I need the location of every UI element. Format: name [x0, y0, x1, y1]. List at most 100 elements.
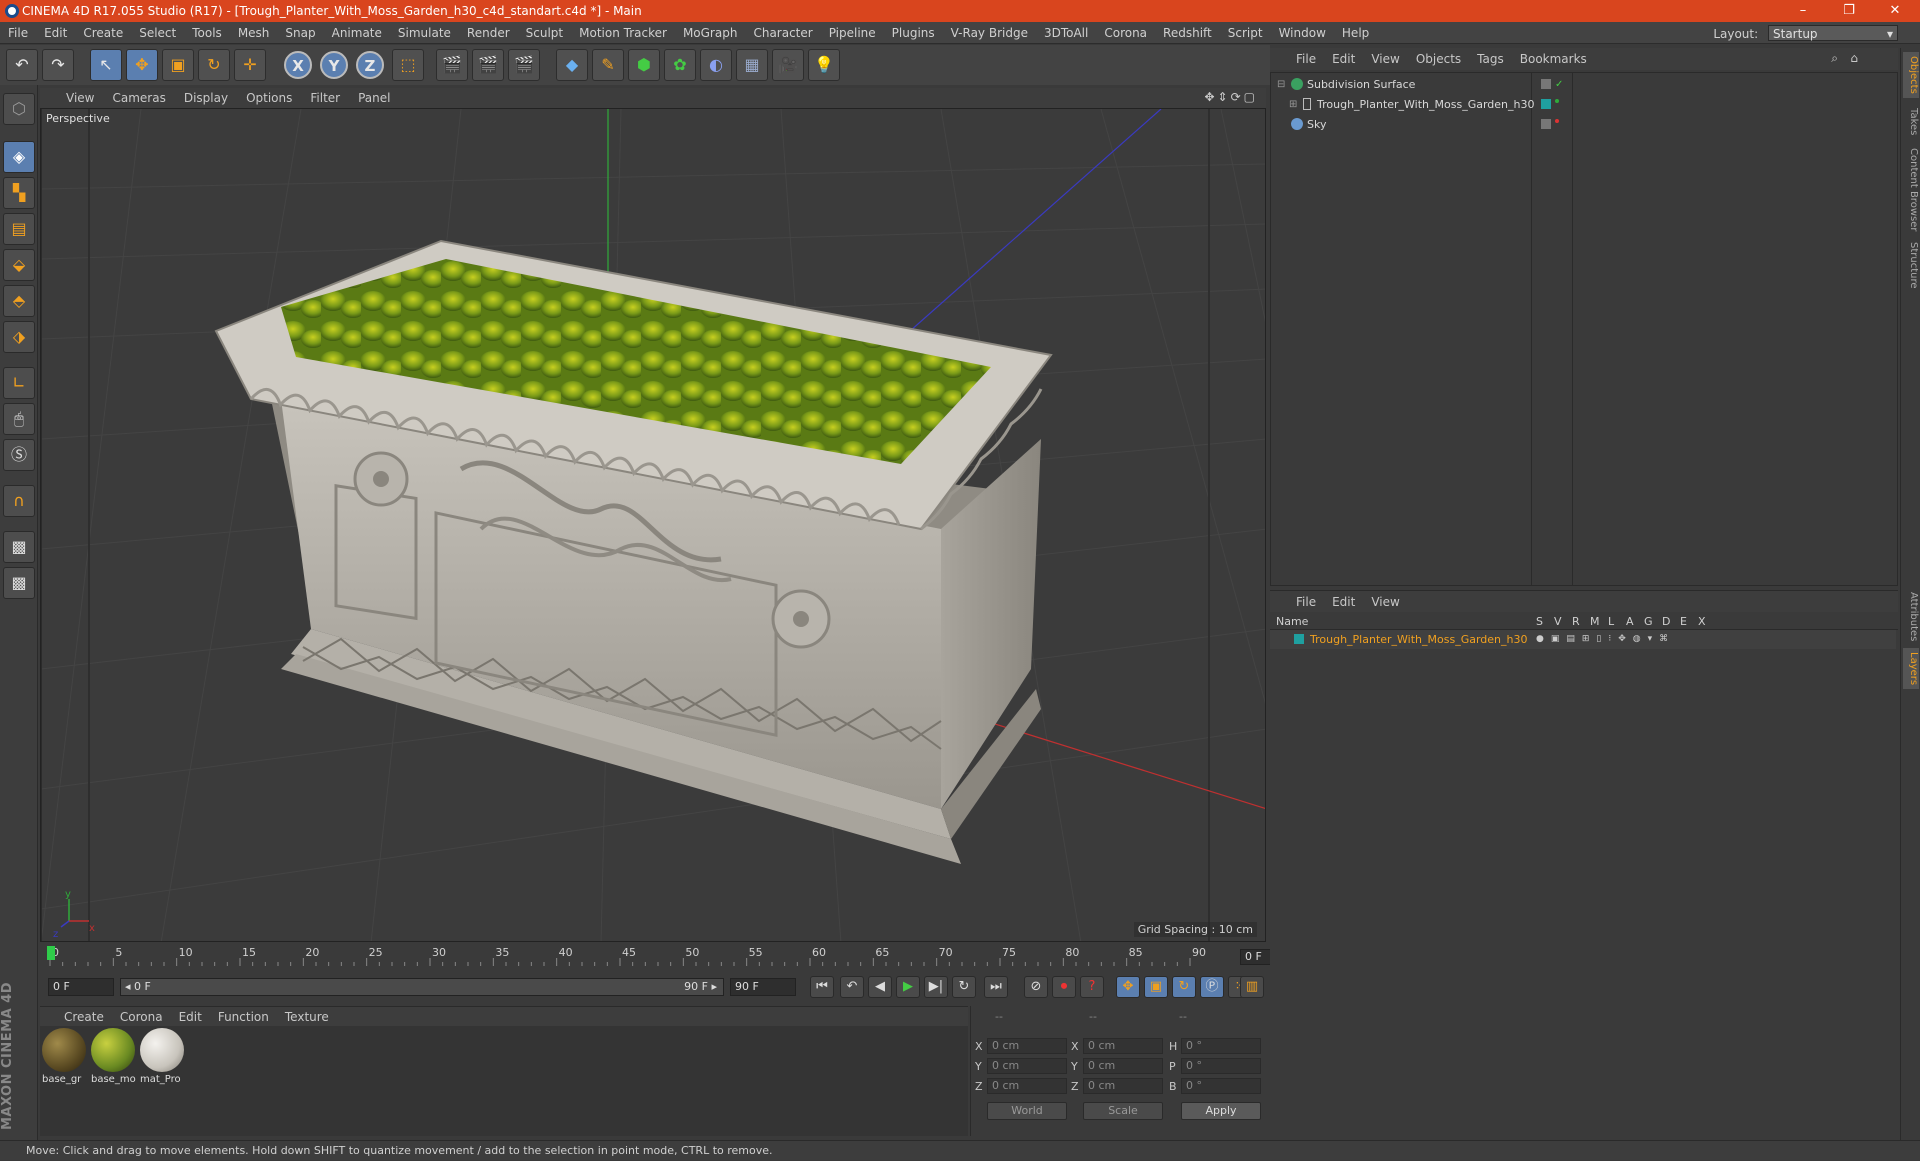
undo-button[interactable]: ↶: [6, 49, 38, 81]
autokey-button[interactable]: ⏺: [1052, 976, 1076, 998]
rotation-p-field[interactable]: 0 °: [1181, 1058, 1261, 1074]
visibility-dot-icon[interactable]: [1555, 119, 1559, 123]
transform-tool-button[interactable]: ✛: [234, 49, 266, 81]
menu-motion-tracker[interactable]: Motion Tracker: [571, 22, 675, 44]
next-frame-button[interactable]: ▶|: [924, 976, 948, 998]
key-position-button[interactable]: ✥: [1116, 976, 1140, 998]
apply-button[interactable]: Apply: [1181, 1102, 1261, 1120]
objects-menu-edit[interactable]: Edit: [1324, 48, 1363, 70]
move-tool-button[interactable]: ✥: [126, 49, 158, 81]
layer-color-icon[interactable]: [1541, 99, 1551, 109]
menu-plugins[interactable]: Plugins: [884, 22, 943, 44]
size-z-field[interactable]: 0 cm: [1083, 1078, 1163, 1094]
size-y-field[interactable]: 0 cm: [1083, 1058, 1163, 1074]
axis-y-button[interactable]: Y: [320, 51, 348, 79]
rotate-tool-button[interactable]: ↻: [198, 49, 230, 81]
search-icon[interactable]: ⌕: [1831, 51, 1838, 66]
object-row[interactable]: Sky: [1271, 115, 1897, 134]
menu-redshift[interactable]: Redshift: [1155, 22, 1220, 44]
layers-menu-file[interactable]: File: [1270, 591, 1324, 613]
key-rotation-button[interactable]: ↻: [1172, 976, 1196, 998]
viewport-menu-filter[interactable]: Filter: [301, 88, 349, 108]
material-menu-corona[interactable]: Corona: [112, 1007, 171, 1027]
make-editable-button[interactable]: ⬡: [3, 93, 35, 125]
menu-tools[interactable]: Tools: [184, 22, 230, 44]
menu-3dtoall[interactable]: 3DToAll: [1036, 22, 1096, 44]
visibility-dot-icon[interactable]: [1555, 99, 1559, 103]
loop-button[interactable]: ↻: [952, 976, 976, 998]
tab-takes[interactable]: Takes: [1903, 104, 1919, 139]
editor-visibility-icon[interactable]: [1541, 119, 1551, 129]
material-menu-create[interactable]: Create: [40, 1007, 112, 1027]
axis-x-button[interactable]: X: [284, 51, 312, 79]
size-mode-dropdown[interactable]: Scale: [1083, 1102, 1163, 1120]
tweak-mode-button[interactable]: 🖱: [3, 403, 35, 435]
cube-primitive-button[interactable]: ◆: [556, 49, 588, 81]
expand-icon[interactable]: ⊞: [1289, 95, 1297, 114]
render-view-button[interactable]: 🎬: [436, 49, 468, 81]
layer-color-swatch[interactable]: [1294, 634, 1304, 644]
enabled-check-icon[interactable]: ✓: [1555, 75, 1563, 94]
keyframe-selection-button[interactable]: ?: [1080, 976, 1104, 998]
tab-attributes[interactable]: Attributes: [1903, 588, 1919, 645]
perspective-viewport[interactable]: y x z Perspective Grid Spacing : 10 cm: [40, 108, 1266, 942]
viewport-menu-panel[interactable]: Panel: [349, 88, 399, 108]
objects-menu-view[interactable]: View: [1363, 48, 1407, 70]
material-swatch[interactable]: base_mo: [91, 1028, 137, 1088]
viewport-menu-cameras[interactable]: Cameras: [103, 88, 174, 108]
menu-render[interactable]: Render: [459, 22, 518, 44]
material-menu-function[interactable]: Function: [210, 1007, 277, 1027]
menu-window[interactable]: Window: [1271, 22, 1334, 44]
polygons-mode-button[interactable]: ⬗: [3, 321, 35, 353]
key-parameter-button[interactable]: Ⓟ: [1200, 976, 1224, 998]
viewport-nav-icons[interactable]: ✥⇕⟳▢: [1204, 90, 1258, 104]
go-to-end-button[interactable]: ⏭: [984, 976, 1008, 998]
render-settings-button[interactable]: 🎬: [508, 49, 540, 81]
position-x-field[interactable]: 0 cm: [987, 1038, 1067, 1054]
lock-workplane-button[interactable]: ▩: [3, 531, 35, 563]
tab-layers[interactable]: Layers: [1903, 648, 1919, 690]
close-button[interactable]: ✕: [1872, 0, 1918, 22]
menu-sculpt[interactable]: Sculpt: [518, 22, 571, 44]
menu-simulate[interactable]: Simulate: [390, 22, 459, 44]
object-row[interactable]: ⊟ Subdivision Surface ✓: [1271, 75, 1897, 94]
model-mode-button[interactable]: ◈: [3, 141, 35, 173]
key-scale-button[interactable]: ▣: [1144, 976, 1168, 998]
coordinate-system-button[interactable]: ⬚: [392, 49, 424, 81]
coordinate-space-dropdown[interactable]: World: [987, 1102, 1067, 1120]
object-row[interactable]: ⊞ Trough_Planter_With_Moss_Garden_h30: [1271, 95, 1897, 114]
menu-script[interactable]: Script: [1220, 22, 1271, 44]
position-z-field[interactable]: 0 cm: [987, 1078, 1067, 1094]
mograph-cloner-button[interactable]: ✿: [664, 49, 696, 81]
play-button[interactable]: ▶: [896, 976, 920, 998]
size-x-field[interactable]: 0 cm: [1083, 1038, 1163, 1054]
render-picture-viewer-button[interactable]: 🎬: [472, 49, 504, 81]
timeline-ruler[interactable]: 0 5 10 15 20 25 30 35 40 45 50 55 60 65 70 75 80 85 90 0 F: [40, 944, 1304, 970]
objects-menu-bookmarks[interactable]: Bookmarks: [1512, 48, 1595, 70]
viewport-menu-display[interactable]: Display: [175, 88, 237, 108]
snapping-button[interactable]: Ⓢ: [3, 439, 35, 471]
light-button[interactable]: 💡: [808, 49, 840, 81]
deformer-button[interactable]: ◐: [700, 49, 732, 81]
menu-vray-bridge[interactable]: V-Ray Bridge: [943, 22, 1036, 44]
menu-create[interactable]: Create: [75, 22, 131, 44]
objects-menu-file[interactable]: File: [1270, 48, 1324, 70]
menu-file[interactable]: File: [0, 22, 36, 44]
spline-pen-button[interactable]: ✎: [592, 49, 624, 81]
rotation-h-field[interactable]: 0 °: [1181, 1038, 1261, 1054]
axis-mode-button[interactable]: ∟: [3, 367, 35, 399]
camera-button[interactable]: 🎥: [772, 49, 804, 81]
home-icon[interactable]: ⌂: [1850, 51, 1858, 65]
record-keys-button[interactable]: ⊘: [1024, 976, 1048, 998]
layers-menu-edit[interactable]: Edit: [1324, 591, 1363, 613]
timeline-window-button[interactable]: ▥: [1240, 976, 1264, 998]
previous-frame-button[interactable]: ◀: [868, 976, 892, 998]
menu-animate[interactable]: Animate: [324, 22, 390, 44]
axis-z-button[interactable]: Z: [356, 51, 384, 79]
subdivision-surface-button[interactable]: ⬢: [628, 49, 660, 81]
material-swatch[interactable]: base_gr: [42, 1028, 88, 1088]
menu-edit[interactable]: Edit: [36, 22, 75, 44]
go-to-start-button[interactable]: ⏮: [810, 976, 834, 998]
planar-workplane-button[interactable]: ▩: [3, 567, 35, 599]
layer-row[interactable]: Trough_Planter_With_Moss_Garden_h30 ●▣▤⊞…: [1270, 630, 1896, 649]
